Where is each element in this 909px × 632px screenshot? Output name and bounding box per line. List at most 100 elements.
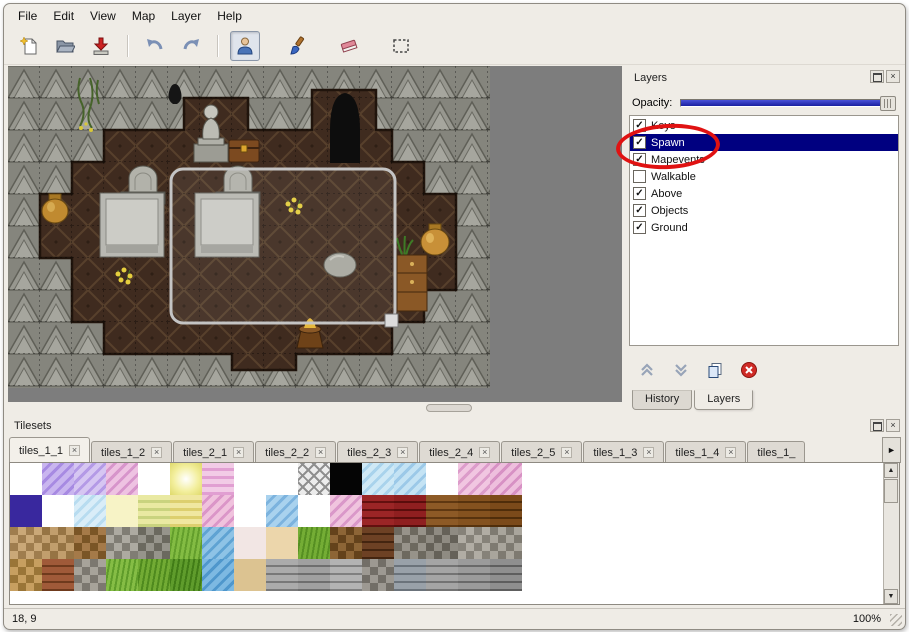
menu-file[interactable]: File — [10, 6, 45, 26]
tileset-tile[interactable] — [426, 463, 458, 495]
tileset-tile[interactable] — [266, 559, 298, 591]
tileset-tile[interactable] — [490, 559, 522, 591]
tileset-tile[interactable] — [202, 527, 234, 559]
tileset-tile[interactable] — [234, 495, 266, 527]
tileset-tile[interactable] — [170, 495, 202, 527]
character-tool-button[interactable] — [230, 31, 260, 61]
tab-close-icon[interactable]: × — [643, 447, 654, 458]
layer-visibility-checkbox[interactable]: ✓ — [633, 136, 646, 149]
tileset-tile[interactable] — [10, 527, 42, 559]
map-hscrollbar-thumb[interactable] — [426, 404, 472, 412]
tileset-tile[interactable] — [362, 559, 394, 591]
tileset-vscrollbar[interactable]: ▲ ▼ — [883, 463, 899, 604]
tab-close-icon[interactable]: × — [69, 445, 80, 456]
selection-rect[interactable] — [171, 169, 395, 323]
tileset-tile[interactable] — [202, 559, 234, 591]
layer-visibility-checkbox[interactable]: ✓ — [633, 221, 646, 234]
tileset-tile[interactable] — [234, 559, 266, 591]
tileset-tile[interactable] — [42, 559, 74, 591]
resize-grip[interactable] — [890, 614, 902, 626]
scroll-down-button[interactable]: ▼ — [884, 589, 898, 604]
tab-close-icon[interactable]: × — [233, 447, 244, 458]
tileset-tab-0[interactable]: tiles_1_1× — [9, 437, 90, 463]
tileset-tab-3[interactable]: tiles_2_2× — [255, 441, 336, 463]
tileset-tile[interactable] — [106, 527, 138, 559]
layer-row-walkable[interactable]: ✓ Walkable — [630, 168, 898, 185]
tileset-tile[interactable] — [394, 495, 426, 527]
dock-tab-history[interactable]: History — [632, 390, 692, 410]
scroll-up-button[interactable]: ▲ — [884, 463, 898, 478]
layer-visibility-checkbox[interactable]: ✓ — [633, 187, 646, 200]
eraser-tool-button[interactable] — [334, 31, 364, 61]
undo-button[interactable] — [140, 31, 170, 61]
float-panel-button[interactable] — [870, 70, 884, 83]
tileset-tile[interactable] — [10, 559, 42, 591]
tileset-tab-5[interactable]: tiles_2_4× — [419, 441, 500, 463]
menu-view[interactable]: View — [82, 6, 124, 26]
opacity-slider-track[interactable] — [680, 99, 896, 107]
tileset-tile[interactable] — [74, 527, 106, 559]
tab-close-icon[interactable]: × — [397, 447, 408, 458]
tileset-tile[interactable] — [362, 463, 394, 495]
menu-help[interactable]: Help — [209, 6, 250, 26]
tileset-tab-1[interactable]: tiles_1_2× — [91, 441, 172, 463]
tileset-tab-7[interactable]: tiles_1_3× — [583, 441, 664, 463]
brush-tool-button[interactable] — [282, 31, 312, 61]
tileset-tab-9[interactable]: tiles_1_ — [747, 441, 805, 463]
duplicate-layer-button[interactable] — [704, 359, 726, 381]
tileset-tile[interactable] — [10, 463, 42, 495]
tileset-tile[interactable] — [298, 527, 330, 559]
delete-layer-button[interactable] — [738, 359, 760, 381]
tileset-tile[interactable] — [298, 495, 330, 527]
tileset-tile[interactable] — [202, 495, 234, 527]
layer-row-ground[interactable]: ✓ Ground — [630, 219, 898, 236]
close-panel-button[interactable]: × — [886, 70, 900, 83]
tileset-tile[interactable] — [266, 463, 298, 495]
layer-row-spawn[interactable]: ✓ Spawn — [630, 134, 898, 151]
tileset-tile[interactable] — [330, 463, 362, 495]
tab-close-icon[interactable]: × — [561, 447, 572, 458]
tileset-tile[interactable] — [266, 527, 298, 559]
layer-visibility-checkbox[interactable]: ✓ — [633, 119, 646, 132]
tileset-tile[interactable] — [394, 559, 426, 591]
tileset-tile[interactable] — [74, 559, 106, 591]
redo-button[interactable] — [176, 31, 206, 61]
tileset-tile[interactable] — [170, 463, 202, 495]
open-file-button[interactable] — [50, 31, 80, 61]
tileset-tab-8[interactable]: tiles_1_4× — [665, 441, 746, 463]
tileset-tile[interactable] — [458, 527, 490, 559]
select-tool-button[interactable] — [386, 31, 416, 61]
dock-tab-layers[interactable]: Layers — [694, 390, 753, 410]
tileset-tile[interactable] — [234, 527, 266, 559]
tileset-tile[interactable] — [426, 527, 458, 559]
tileset-tile[interactable] — [426, 495, 458, 527]
tileset-tile[interactable] — [138, 495, 170, 527]
menu-map[interactable]: Map — [124, 6, 163, 26]
tileset-tile[interactable] — [330, 559, 362, 591]
tab-close-icon[interactable]: × — [725, 447, 736, 458]
tileset-tile[interactable] — [426, 559, 458, 591]
tileset-tile[interactable] — [74, 495, 106, 527]
tileset-tile[interactable] — [42, 527, 74, 559]
map-view[interactable] — [8, 66, 490, 388]
layer-row-objects[interactable]: ✓ Objects — [630, 202, 898, 219]
tileset-tab-6[interactable]: tiles_2_5× — [501, 441, 582, 463]
save-button[interactable] — [86, 31, 116, 61]
tileset-tile[interactable] — [202, 463, 234, 495]
opacity-slider[interactable] — [680, 95, 896, 111]
tileset-tile[interactable] — [330, 495, 362, 527]
tileset-tile[interactable] — [458, 495, 490, 527]
tileset-tile[interactable] — [298, 559, 330, 591]
tab-close-icon[interactable]: × — [479, 447, 490, 458]
tileset-tab-4[interactable]: tiles_2_3× — [337, 441, 418, 463]
tileset-tile[interactable] — [106, 559, 138, 591]
tileset-tile[interactable] — [490, 527, 522, 559]
tileset-tile[interactable] — [106, 463, 138, 495]
tileset-tile[interactable] — [458, 463, 490, 495]
opacity-slider-handle[interactable] — [880, 96, 896, 111]
layer-visibility-checkbox[interactable]: ✓ — [633, 153, 646, 166]
close-panel-button[interactable]: × — [886, 419, 900, 432]
menu-edit[interactable]: Edit — [45, 6, 82, 26]
tileset-tile[interactable] — [74, 463, 106, 495]
layer-row-mapevents[interactable]: ✓ Mapevents — [630, 151, 898, 168]
